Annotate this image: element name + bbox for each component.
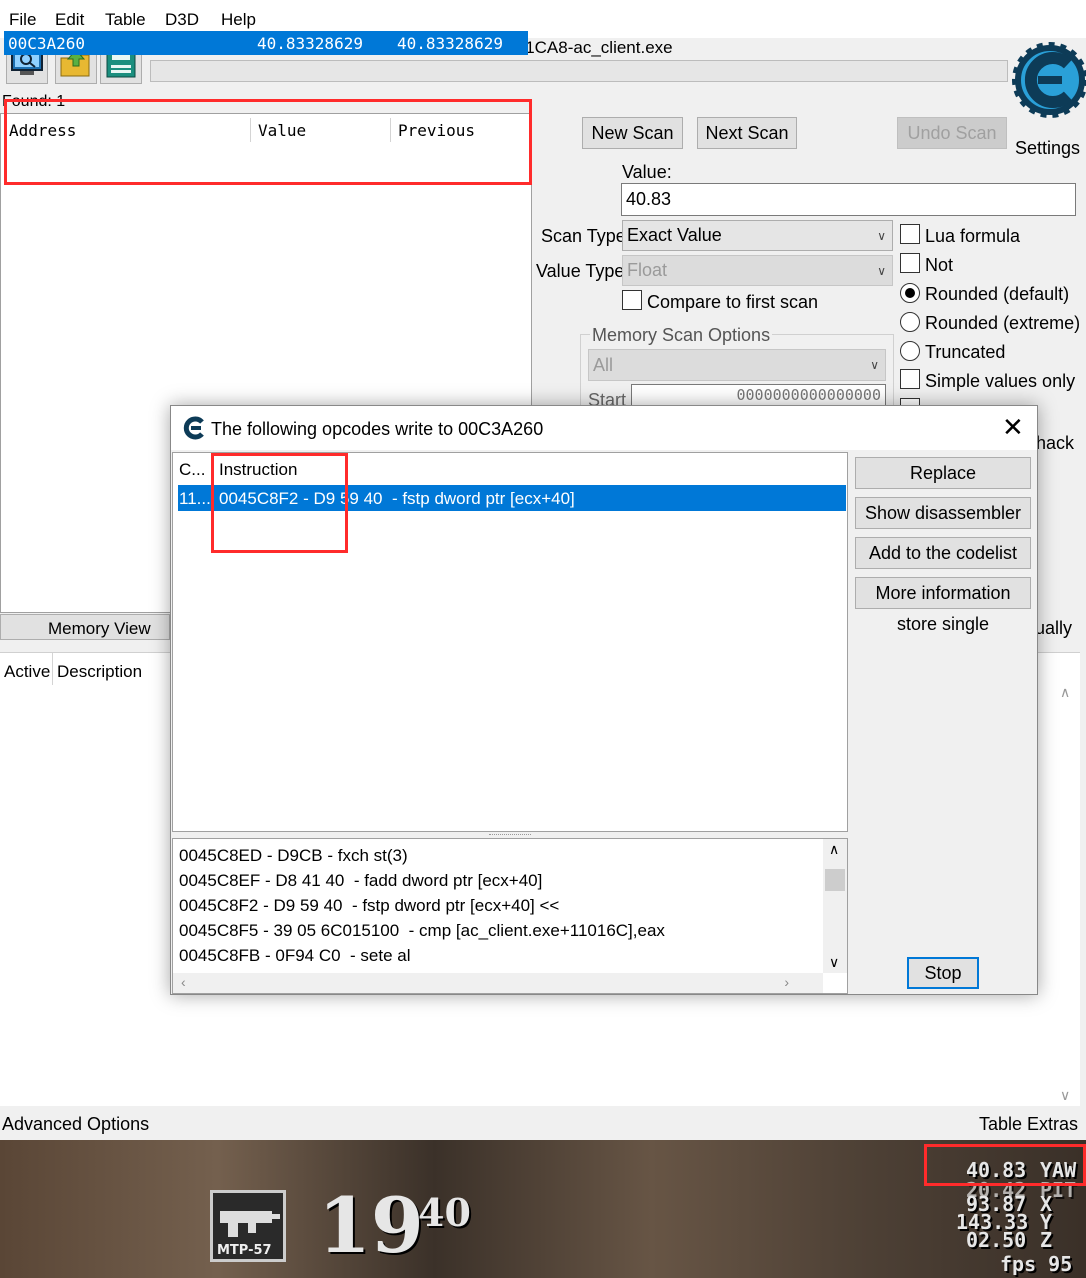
memory-view-label: Memory View — [48, 619, 151, 638]
menu-file[interactable]: File — [9, 10, 36, 30]
value-type-select[interactable]: Float ∨ — [622, 255, 893, 286]
highlight-annotation — [4, 99, 532, 185]
value-type-value: Float — [627, 260, 668, 280]
more-information-button[interactable]: More information — [855, 577, 1031, 609]
weapon-name: MTP-57 — [217, 1243, 272, 1258]
splitter-handle[interactable] — [489, 834, 531, 837]
scroll-left-icon[interactable]: ‹ — [181, 974, 186, 990]
chevron-down-icon: ∨ — [877, 263, 886, 278]
value-label: Value: — [622, 162, 672, 182]
bottom-bar: Advanced Options Table Extras — [0, 1110, 1086, 1140]
scroll-right-icon[interactable]: › — [784, 974, 789, 990]
table-scrollbar[interactable]: ∧ ∨ — [1056, 682, 1078, 1106]
stop-button[interactable]: Stop — [907, 957, 979, 989]
result-address: 00C3A260 — [8, 34, 86, 53]
disassembly-line: 0045C8FB - 0F94 C0 - sete al — [179, 946, 411, 965]
instruction-count: 11... — [179, 489, 211, 508]
menu-d3d[interactable]: D3D — [165, 10, 199, 30]
scan-type-label: Scan Type — [541, 226, 626, 246]
memory-scan-options-title: Memory Scan Options — [590, 325, 773, 346]
scan-type-select[interactable]: Exact Value ∨ — [622, 220, 893, 251]
partial-hack-label: hack — [1036, 433, 1075, 453]
disassembly-scrollbar[interactable]: ∧ ∨ — [823, 839, 847, 973]
result-previous: 40.83328629 — [397, 34, 503, 53]
replace-button[interactable]: Replace — [855, 457, 1031, 489]
partial-ually-label: ually — [1035, 618, 1073, 638]
undo-scan-button[interactable]: Undo Scan — [897, 117, 1007, 149]
value-type-label: Value Type — [536, 261, 625, 281]
cheat-engine-icon — [183, 416, 204, 440]
highlight-annotation — [924, 1144, 1086, 1186]
simple-values-label: Simple values only — [925, 371, 1076, 391]
disassembly-line: 0045C8F2 - D9 59 40 - fstp dword ptr [ec… — [179, 896, 560, 915]
disassembly-line: 0045C8EF - D8 41 40 - fadd dword ptr [ec… — [179, 871, 543, 890]
lua-formula-checkbox[interactable] — [900, 224, 920, 244]
column-divider — [52, 653, 53, 685]
simple-values-checkbox[interactable] — [900, 369, 920, 389]
rounded-extreme-radio[interactable] — [900, 312, 920, 332]
value-input[interactable]: 40.83 — [621, 183, 1076, 216]
result-row[interactable]: 00C3A260 40.83328629 40.83328629 — [4, 31, 528, 55]
mag-count: 40 — [418, 1190, 471, 1235]
cheat-engine-logo-icon — [1012, 42, 1086, 118]
dialog-title: The following opcodes write to 00C3A260 — [211, 419, 544, 439]
column-count[interactable]: C... — [179, 460, 205, 480]
disassembly-line: 0045C8ED - D9CB - fxch st(3) — [179, 846, 408, 865]
highlight-annotation — [211, 453, 348, 553]
not-label: Not — [925, 255, 954, 275]
disassembly-hscrollbar[interactable]: ‹ › — [173, 973, 823, 993]
table-extras-link[interactable]: Table Extras — [979, 1114, 1078, 1135]
rounded-default-label: Rounded (default) — [925, 284, 1070, 304]
z-label: Z — [1040, 1228, 1053, 1252]
ammo-count: 19 — [318, 1181, 424, 1270]
scan-type-value: Exact Value — [627, 225, 722, 245]
scroll-up-icon[interactable]: ∧ — [1060, 684, 1070, 701]
menu-edit[interactable]: Edit — [55, 10, 84, 30]
scroll-down-icon[interactable]: ∨ — [1060, 1087, 1070, 1104]
scroll-up-icon[interactable]: ∧ — [829, 841, 839, 858]
z-value: 02.50 — [966, 1228, 1027, 1252]
disassembly-line: 0045C8F5 - 39 05 6C015100 - cmp [ac_clie… — [179, 921, 665, 940]
instruction-info-text: store single — [897, 614, 990, 634]
memory-region-value: All — [593, 354, 614, 375]
compare-first-checkbox[interactable] — [622, 290, 642, 310]
start-address-input[interactable]: 0000000000000000 — [631, 384, 886, 406]
scroll-thumb[interactable] — [825, 869, 845, 891]
cheat-engine-logo[interactable] — [1010, 38, 1086, 120]
column-description[interactable]: Description — [57, 662, 142, 682]
next-scan-button[interactable]: Next Scan — [697, 117, 797, 149]
gun-icon — [220, 1211, 280, 1237]
advanced-options-link[interactable]: Advanced Options — [2, 1114, 149, 1135]
chevron-down-icon: ∨ — [870, 358, 879, 372]
scroll-down-icon[interactable]: ∨ — [829, 954, 839, 971]
result-value: 40.83328629 — [257, 34, 363, 53]
truncated-label: Truncated — [925, 342, 1006, 362]
lua-formula-label: Lua formula — [925, 226, 1021, 246]
compare-first-label: Compare to first scan — [647, 292, 819, 312]
rounded-default-radio[interactable] — [900, 283, 920, 303]
column-active[interactable]: Active — [4, 662, 50, 682]
chevron-down-icon: ∨ — [877, 228, 886, 243]
memory-region-select[interactable]: All ∨ — [588, 349, 886, 381]
dialog-title-bar[interactable]: The following opcodes write to 00C3A260 … — [171, 406, 1037, 450]
new-scan-button[interactable]: New Scan — [582, 117, 683, 149]
settings-link[interactable]: Settings — [1015, 138, 1080, 159]
rounded-extreme-label: Rounded (extreme) — [925, 313, 1081, 333]
show-disassembler-button[interactable]: Show disassembler — [855, 497, 1031, 529]
menu-help[interactable]: Help — [221, 10, 256, 30]
fps-counter: fps 95 — [1000, 1252, 1073, 1276]
memory-view-button[interactable]: Memory View — [0, 614, 170, 640]
truncated-radio[interactable] — [900, 341, 920, 361]
not-checkbox[interactable] — [900, 253, 920, 273]
weapon-icon: MTP-57 — [210, 1190, 286, 1262]
add-to-codelist-button[interactable]: Add to the codelist — [855, 537, 1031, 569]
menu-table[interactable]: Table — [105, 10, 146, 30]
close-icon[interactable]: ✕ — [1002, 412, 1024, 443]
scan-progress-bar — [150, 60, 1008, 82]
